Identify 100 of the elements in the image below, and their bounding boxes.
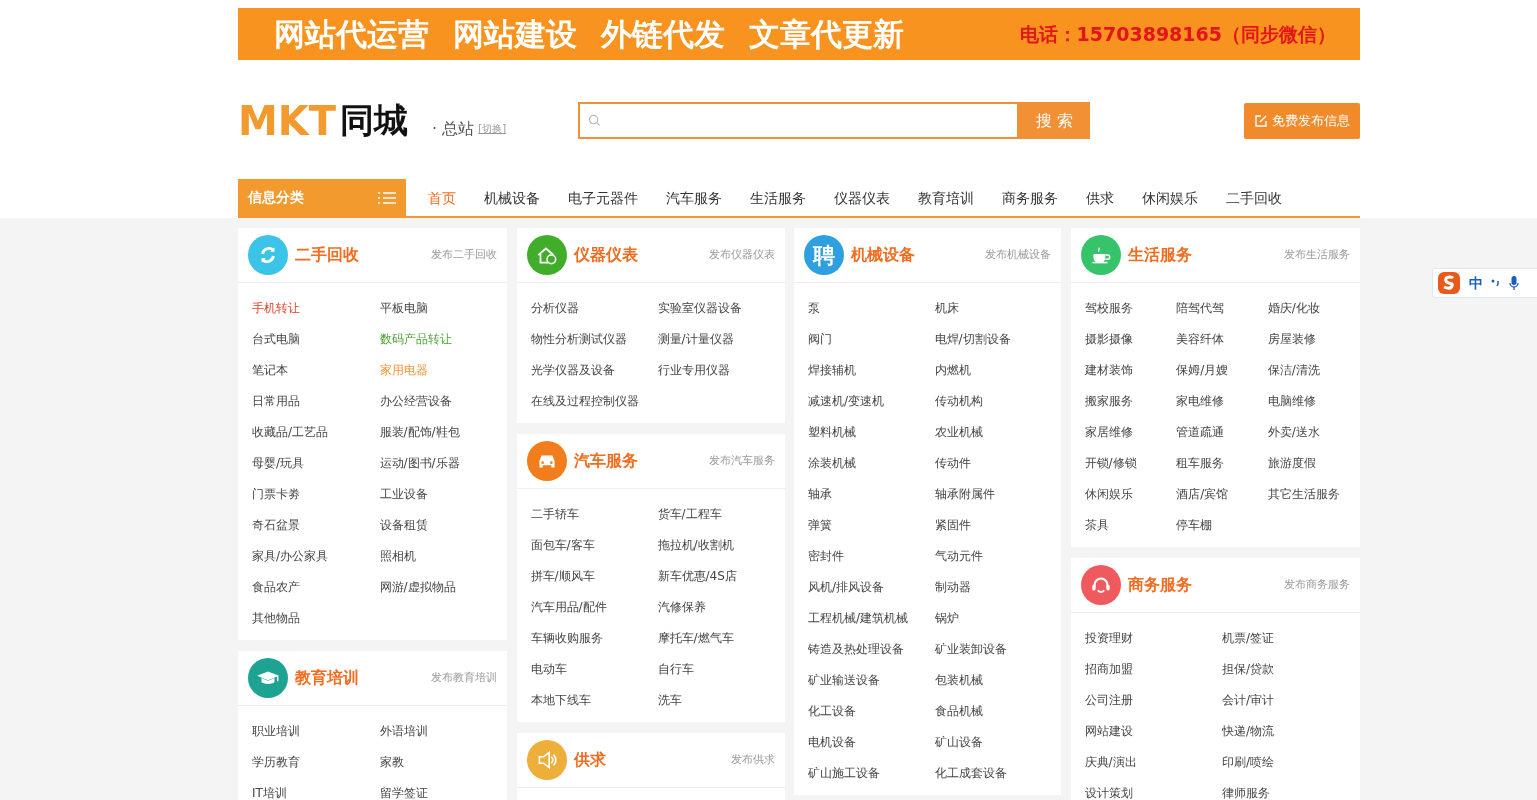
category-link[interactable]: 电焊/切割设备 <box>934 324 1061 355</box>
category-link[interactable]: 日常用品 <box>252 386 380 417</box>
category-link[interactable]: 台式电脑 <box>252 324 380 355</box>
category-link[interactable]: 外卖/送水 <box>1267 417 1360 448</box>
category-link[interactable]: 化工成套设备 <box>934 758 1061 789</box>
category-link[interactable]: 汽车用品/配件 <box>530 592 658 623</box>
category-link[interactable]: 制动器 <box>934 572 1061 603</box>
category-link[interactable]: 货车/工程车 <box>657 499 785 530</box>
category-link[interactable]: 阀门 <box>808 324 935 355</box>
category-link[interactable]: 洗车 <box>657 685 785 716</box>
category-link[interactable]: 锅炉 <box>934 603 1061 634</box>
category-link[interactable]: 招商加盟 <box>1084 654 1222 685</box>
nav-tab[interactable]: 机械设备 <box>470 181 554 216</box>
category-link[interactable]: 美容纤体 <box>1176 324 1268 355</box>
category-link[interactable]: 投资理财 <box>1084 623 1222 654</box>
category-link[interactable]: 印刷/喷绘 <box>1222 747 1360 778</box>
category-link[interactable]: 设备租赁 <box>379 510 507 541</box>
category-link[interactable]: 担保/贷款 <box>1222 654 1360 685</box>
category-link[interactable]: 弹簧 <box>808 510 935 541</box>
category-link[interactable]: 在线及过程控制仪器 <box>530 386 658 417</box>
category-link[interactable]: 矿山施工设备 <box>808 758 935 789</box>
category-link[interactable]: 网游/虚拟物品 <box>379 572 507 603</box>
category-link[interactable]: 会计/审计 <box>1222 685 1360 716</box>
category-link[interactable]: 物性分析测试仪器 <box>530 324 658 355</box>
category-link[interactable]: 包装机械 <box>934 665 1061 696</box>
category-link[interactable]: 矿业输送设备 <box>808 665 935 696</box>
category-link[interactable]: 车辆收购服务 <box>530 623 658 654</box>
category-link[interactable]: 摄影摄像 <box>1084 324 1177 355</box>
category-link[interactable]: 铸造及热处理设备 <box>808 634 935 665</box>
category-link[interactable]: 其它生活服务 <box>1267 479 1360 510</box>
category-link[interactable]: 食品机械 <box>934 696 1061 727</box>
category-link[interactable]: 涂装机械 <box>808 448 935 479</box>
category-link[interactable]: 笔记本 <box>252 355 380 386</box>
category-link[interactable]: 行业专用仪器 <box>657 355 785 386</box>
category-link[interactable]: 电脑维修 <box>1267 386 1360 417</box>
category-link[interactable]: 实验室仪器设备 <box>657 293 785 324</box>
category-link[interactable]: 家具/办公家具 <box>252 541 380 572</box>
category-link[interactable]: 轴承 <box>808 479 935 510</box>
category-link[interactable]: 陪驾代驾 <box>1176 293 1268 324</box>
category-link[interactable]: 休闲娱乐 <box>1084 479 1177 510</box>
category-link[interactable]: 租车服务 <box>1176 448 1268 479</box>
category-link[interactable]: 家教 <box>379 747 507 778</box>
category-link[interactable]: 机票/签证 <box>1222 623 1360 654</box>
category-link[interactable]: 分析仪器 <box>530 293 658 324</box>
nav-tab[interactable]: 汽车服务 <box>652 181 736 216</box>
category-link[interactable]: 电机设备 <box>808 727 935 758</box>
category-link[interactable]: 光学仪器及设备 <box>530 355 658 386</box>
category-link[interactable]: 汽修保养 <box>657 592 785 623</box>
category-link[interactable]: 农业机械 <box>934 417 1061 448</box>
category-link[interactable]: 减速机/变速机 <box>808 386 935 417</box>
category-link[interactable]: 电动车 <box>530 654 658 685</box>
nav-tab[interactable]: 生活服务 <box>736 181 820 216</box>
category-link[interactable]: 照相机 <box>379 541 507 572</box>
category-link[interactable]: 新车优惠/4S店 <box>657 561 785 592</box>
nav-tab[interactable]: 商务服务 <box>988 181 1072 216</box>
category-link[interactable]: 搬家服务 <box>1084 386 1177 417</box>
ime-toolbar[interactable]: 中 <box>1432 268 1537 298</box>
category-link[interactable]: 茶具 <box>1084 510 1177 541</box>
category-link[interactable]: 停车棚 <box>1176 510 1268 541</box>
category-link[interactable]: 开锁/修锁 <box>1084 448 1177 479</box>
category-link[interactable]: 办公经营设备 <box>379 386 507 417</box>
category-link[interactable]: 网站建设 <box>1084 716 1222 747</box>
category-link[interactable]: 留学签证 <box>379 778 507 800</box>
category-link[interactable]: 二手轿车 <box>530 499 658 530</box>
category-link[interactable]: 工程机械/建筑机械 <box>808 603 935 634</box>
category-link[interactable]: 门票卡劵 <box>252 479 380 510</box>
category-link[interactable]: 设计策划 <box>1084 778 1222 800</box>
category-link[interactable]: 测量/计量仪器 <box>657 324 785 355</box>
category-link[interactable]: 焊接辅机 <box>808 355 935 386</box>
category-link[interactable]: 旅游度假 <box>1267 448 1360 479</box>
category-link[interactable]: 奇石盆景 <box>252 510 380 541</box>
category-link[interactable]: 管道疏通 <box>1176 417 1268 448</box>
category-link[interactable]: 机床 <box>934 293 1061 324</box>
category-link[interactable]: 传动机构 <box>934 386 1061 417</box>
category-link[interactable]: 运动/图书/乐器 <box>379 448 507 479</box>
search-field[interactable] <box>578 102 1020 139</box>
nav-tab[interactable]: 二手回收 <box>1212 181 1296 216</box>
category-link[interactable]: 化工设备 <box>808 696 935 727</box>
category-link[interactable]: 轴承附属件 <box>934 479 1061 510</box>
category-link[interactable]: 矿山设备 <box>934 727 1061 758</box>
category-link[interactable]: 气动元件 <box>934 541 1061 572</box>
category-link[interactable]: 学历教育 <box>252 747 380 778</box>
category-link[interactable]: 拖拉机/收割机 <box>657 530 785 561</box>
category-link[interactable]: 内燃机 <box>934 355 1061 386</box>
category-link[interactable]: 紧固件 <box>934 510 1061 541</box>
category-link[interactable]: 收藏品/工艺品 <box>252 417 380 448</box>
category-link[interactable]: 自行车 <box>657 654 785 685</box>
category-link[interactable]: 驾校服务 <box>1084 293 1177 324</box>
category-link[interactable]: 本地下线车 <box>530 685 658 716</box>
nav-tab[interactable]: 教育培训 <box>904 181 988 216</box>
category-link[interactable]: 面包车/客车 <box>530 530 658 561</box>
nav-tab[interactable]: 电子元器件 <box>554 181 652 216</box>
category-link[interactable]: 摩托车/燃气车 <box>657 623 785 654</box>
category-link[interactable]: 律师服务 <box>1222 778 1360 800</box>
category-link[interactable]: 庆典/演出 <box>1084 747 1222 778</box>
category-link[interactable]: 风机/排风设备 <box>808 572 935 603</box>
category-link[interactable]: 拼车/顺风车 <box>530 561 658 592</box>
category-link[interactable]: IT培训 <box>252 778 380 800</box>
category-link[interactable]: 服装/配饰/鞋包 <box>379 417 507 448</box>
category-link[interactable]: 家电维修 <box>1176 386 1268 417</box>
